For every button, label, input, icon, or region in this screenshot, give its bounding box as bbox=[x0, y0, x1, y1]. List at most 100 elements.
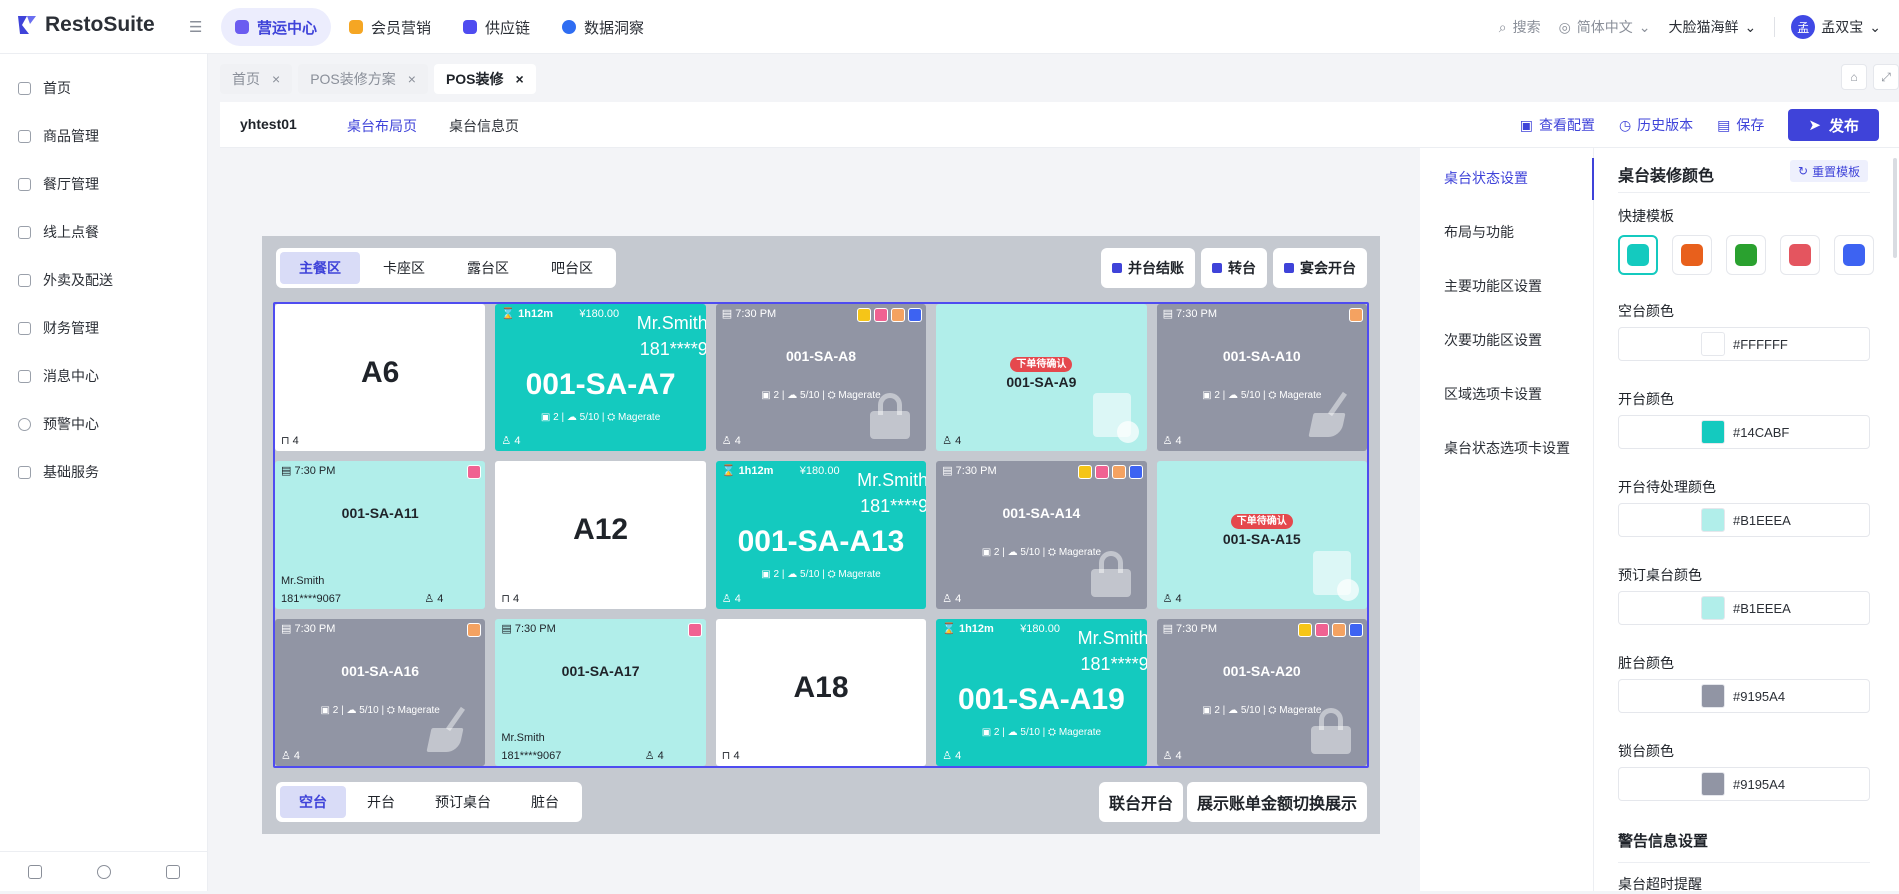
reserved-color-input[interactable]: #B1EEEA bbox=[1618, 591, 1870, 625]
open-pending-color-input[interactable]: #B1EEEA bbox=[1618, 503, 1870, 537]
table-card[interactable]: ⌛ 1h12m ¥180.00 Mr.Smith 181****9 001-SA-… bbox=[936, 618, 1147, 766]
settings-nav-status-tabs[interactable]: 桌台状态选项卡设置 bbox=[1444, 438, 1570, 458]
sidebar-item-basic-services[interactable]: 基础服务 bbox=[0, 448, 207, 496]
lock-icon bbox=[870, 393, 911, 440]
fullscreen-icon[interactable]: ⤢ bbox=[1873, 64, 1899, 90]
table-card[interactable]: ⌛ 1h12m ¥180.00 Mr.Smith 181****9 001-SA-… bbox=[715, 461, 927, 609]
download-icon[interactable] bbox=[27, 864, 42, 879]
nav-data-insight[interactable]: 数据洞察 bbox=[548, 8, 658, 46]
settings-nav-primary-area[interactable]: 主要功能区设置 bbox=[1444, 276, 1542, 296]
area-tab-terrace[interactable]: 露台区 bbox=[448, 252, 528, 284]
lock-icon[interactable]: ⌂ bbox=[1841, 64, 1867, 90]
app-name: RestoSuite bbox=[45, 13, 155, 36]
table-card[interactable]: ▤ 7:30 PM 001-SA-A17 Mr.Smith 181****906… bbox=[495, 618, 706, 766]
table-card[interactable]: ▤ 7:30 PM 001-SA-A11 Mr.Smith 181****906… bbox=[275, 461, 486, 609]
tab-pos-decor[interactable]: POS装修 × bbox=[433, 64, 536, 94]
tabs-actions: ⌂ ⤢ bbox=[1841, 64, 1899, 90]
table-card[interactable]: ⌛ 1h12m ¥180.00 Mr.Smith 181****9 001-SA-… bbox=[495, 304, 706, 452]
toggle-bill-amount-button[interactable]: 展示账单金额切换展示 bbox=[1186, 782, 1367, 822]
close-icon[interactable]: × bbox=[408, 71, 416, 87]
nav-supply-chain[interactable]: 供应链 bbox=[449, 8, 544, 46]
settings-nav-secondary-area[interactable]: 次要功能区设置 bbox=[1444, 330, 1542, 350]
table-card[interactable]: A6 ⊓ 4 bbox=[275, 304, 486, 452]
tab-pos-scheme[interactable]: POS装修方案 × bbox=[298, 64, 428, 94]
table-card[interactable]: 下单待确认 001-SA-A15 ♙ 4 bbox=[1156, 461, 1367, 609]
sidebar-item-alerts[interactable]: 预警中心 bbox=[0, 400, 207, 448]
area-tab-booth[interactable]: 卡座区 bbox=[364, 252, 444, 284]
swatch-teal[interactable] bbox=[1618, 235, 1658, 275]
pos-preview-frame: 主餐区 卡座区 露台区 吧台区 并台结账 转台 宴会开台 A6 ⊓ 4 ⌛ 1h… bbox=[262, 236, 1380, 834]
area-tab-bar[interactable]: 吧台区 bbox=[532, 252, 612, 284]
publish-button[interactable]: ➤ 发布 bbox=[1788, 109, 1879, 141]
sidebar-item-products[interactable]: 商品管理 bbox=[0, 112, 207, 160]
table-card[interactable]: A18 ⊓ 4 bbox=[715, 618, 927, 766]
table-card[interactable]: A12 ⊓ 4 bbox=[495, 461, 706, 609]
settings-nav-area-tabs[interactable]: 区域选项卡设置 bbox=[1444, 384, 1542, 404]
logo[interactable]: RestoSuite bbox=[16, 13, 155, 37]
status-tab-open[interactable]: 开台 bbox=[348, 786, 414, 818]
sidebar-item-finance[interactable]: 财务管理 bbox=[0, 304, 207, 352]
help-icon[interactable] bbox=[96, 864, 111, 879]
chat-icon[interactable] bbox=[166, 864, 181, 879]
history-button[interactable]: ◷ 历史版本 bbox=[1619, 115, 1693, 135]
area-tab-main[interactable]: 主餐区 bbox=[280, 252, 360, 284]
close-icon[interactable]: × bbox=[272, 71, 280, 87]
org-select[interactable]: 大脸猫海鲜 ⌄ bbox=[1669, 17, 1757, 37]
table-card[interactable]: ▤ 7:30 PM 001-SA-A16 ▣ 2 | ☁ 5/10 | ⛭ Ma… bbox=[275, 618, 486, 766]
view-config-button[interactable]: ▣ 查看配置 bbox=[1520, 115, 1595, 135]
sidebar-item-delivery[interactable]: 外卖及配送 bbox=[0, 256, 207, 304]
global-search[interactable]: ⌕ 搜索 bbox=[1499, 17, 1541, 37]
joint-open-button[interactable]: 联台开台 bbox=[1098, 782, 1183, 822]
empty-color-input[interactable]: #FFFFFF bbox=[1618, 327, 1870, 361]
table-card[interactable]: 下单待确认 001-SA-A9 ♙ 4 bbox=[936, 304, 1147, 452]
swatch-red[interactable] bbox=[1780, 235, 1820, 275]
bill-amount: ¥180.00 bbox=[1020, 622, 1060, 635]
table-card[interactable]: ▤ 7:30 PM 001-SA-A20 ▣ 2 | ☁ 5/10 | ⛭ Ma… bbox=[1156, 618, 1367, 766]
locked-color-input[interactable]: #9195A4 bbox=[1618, 767, 1870, 801]
settings-nav-layout[interactable]: 布局与功能 bbox=[1444, 222, 1514, 242]
sidebar-item-messages[interactable]: 消息中心 bbox=[0, 352, 207, 400]
preview-canvas: 主餐区 卡座区 露台区 吧台区 并台结账 转台 宴会开台 A6 ⊓ 4 ⌛ 1h… bbox=[220, 148, 1420, 891]
banquet-open-button[interactable]: 宴会开台 bbox=[1273, 248, 1367, 288]
tab-home[interactable]: 首页 × bbox=[220, 64, 293, 94]
table-card[interactable]: ▤ 7:30 PM 001-SA-A8 ▣ 2 | ☁ 5/10 | ⛭ Mag… bbox=[715, 304, 927, 452]
user-menu[interactable]: 孟孟双宝 ⌄ bbox=[1791, 15, 1881, 39]
close-icon[interactable]: × bbox=[516, 71, 524, 87]
status-icons bbox=[1348, 308, 1363, 322]
table-card[interactable]: ▤ 7:30 PM 001-SA-A14 ▣ 2 | ☁ 5/10 | ⛭ Ma… bbox=[936, 461, 1147, 609]
sidebar-item-home[interactable]: 首页 bbox=[0, 64, 207, 112]
collapse-menu-icon[interactable]: ☰ bbox=[189, 18, 202, 36]
gift-icon bbox=[1094, 465, 1109, 480]
swatch-green[interactable] bbox=[1726, 235, 1766, 275]
language-select[interactable]: ◎ 简体中文 ⌄ bbox=[1559, 17, 1651, 37]
box-icon bbox=[18, 129, 31, 143]
swatch-orange[interactable] bbox=[1672, 235, 1712, 275]
reservation-time: ▤ 7:30 PM bbox=[1162, 622, 1218, 635]
color-settings-panel: 桌台装修颜色 ↻ 重置模板 快捷模板 空台颜色 #FFFFFF 开台颜色 #14C… bbox=[1594, 148, 1899, 892]
status-tab-empty[interactable]: 空台 bbox=[280, 786, 346, 818]
reset-template-button[interactable]: ↻ 重置模板 bbox=[1790, 160, 1869, 182]
status-icons bbox=[1297, 622, 1363, 637]
open-color-input[interactable]: #14CABF bbox=[1618, 415, 1870, 449]
merge-checkout-button[interactable]: 并台结账 bbox=[1101, 248, 1195, 288]
store-icon bbox=[18, 177, 31, 191]
toolbar-buttons: ▣ 查看配置 ◷ 历史版本 ▤ 保存 ➤ 发布 bbox=[1520, 109, 1879, 141]
nav-ops-center[interactable]: 营运中心 bbox=[221, 8, 332, 46]
nav-member-marketing[interactable]: 会员营销 bbox=[335, 8, 445, 46]
tab-table-layout[interactable]: 桌台布局页 bbox=[347, 116, 417, 151]
crown-icon bbox=[1297, 622, 1312, 637]
settings-nav-table-status[interactable]: 桌台状态设置 bbox=[1444, 168, 1528, 188]
scrollbar[interactable] bbox=[1893, 158, 1897, 258]
dirty-color-input[interactable]: #9195A4 bbox=[1618, 679, 1870, 713]
sidebar-item-online-order[interactable]: 线上点餐 bbox=[0, 208, 207, 256]
status-tab-reserved[interactable]: 预订桌台 bbox=[416, 786, 510, 818]
tab-table-info[interactable]: 桌台信息页 bbox=[449, 116, 519, 136]
status-tab-dirty[interactable]: 脏台 bbox=[512, 786, 578, 818]
swatch-blue[interactable] bbox=[1834, 235, 1874, 275]
pending-badge: 下单待确认 bbox=[1157, 511, 1367, 530]
table-card[interactable]: ▤ 7:30 PM 001-SA-A10 ▣ 2 | ☁ 5/10 | ⛭ Ma… bbox=[1156, 304, 1367, 452]
table-info-line: ▣ 2 | ☁ 5/10 | ⛭ Magerate bbox=[981, 726, 1102, 738]
transfer-table-button[interactable]: 转台 bbox=[1201, 248, 1267, 288]
sidebar-item-restaurant[interactable]: 餐厅管理 bbox=[0, 160, 207, 208]
save-button[interactable]: ▤ 保存 bbox=[1717, 115, 1764, 135]
